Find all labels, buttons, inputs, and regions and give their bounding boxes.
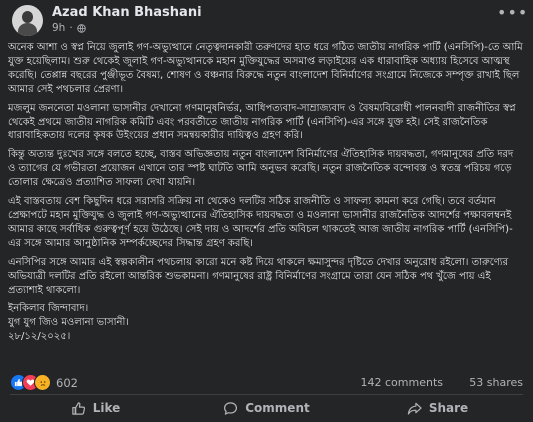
post-paragraph: কিন্তু অত্যন্ত দুঃখের সঙ্গে বলতে হচ্ছে, …	[8, 149, 514, 189]
post-paragraph: মজলুম জননেতা মওলানা ভাসানীর দেখানো গণমান…	[8, 102, 516, 142]
author-name[interactable]: Azad Khan Bhashani	[52, 5, 202, 20]
signature-tagline: যুগ যুগ জিও মওলানা ভাসানী।	[8, 317, 129, 329]
more-options-icon[interactable]: •••	[497, 5, 527, 26]
share-button[interactable]: Share	[352, 396, 523, 420]
reactions-summary[interactable]: 602	[10, 374, 78, 391]
shares-count[interactable]: 53 shares	[469, 376, 523, 389]
reaction-count: 602	[56, 375, 78, 390]
signature-slogan: ইনকিলাব জিন্দাবাদ।	[8, 303, 89, 315]
signature-date: ২৮/১২/২০২৫।	[8, 331, 71, 343]
comment-button[interactable]: Comment	[181, 396, 352, 420]
avatar[interactable]	[12, 5, 43, 36]
thumbs-up-icon	[71, 401, 85, 415]
post-header: Azad Khan Bhashani 9h · •••	[0, 0, 533, 40]
post-paragraph: এনসিপির সঙ্গে আমার এই স্বল্পকালীন পথচলায…	[8, 256, 509, 296]
post-paragraph: এই বাস্তবতায় বেশ কিছুদিন ধরে সরাসরি সক্…	[8, 196, 513, 249]
comment-label: Comment	[245, 401, 310, 415]
post-meta: 9h ·	[52, 22, 86, 34]
avatar-face	[22, 11, 33, 23]
like-button[interactable]: Like	[10, 396, 181, 420]
divider	[10, 394, 523, 395]
meta-separator: ·	[69, 22, 73, 34]
post-time[interactable]: 9h	[52, 22, 65, 34]
share-icon	[407, 402, 422, 415]
avatar-body	[18, 23, 37, 36]
comment-icon	[224, 401, 238, 415]
comments-count[interactable]: 142 comments	[361, 376, 443, 389]
post-body: অনেক আশা ও স্বপ্ন নিয়ে জুলাই গণ-অভ্যুত্…	[8, 41, 523, 368]
like-label: Like	[92, 401, 121, 415]
facebook-post: Azad Khan Bhashani 9h · ••• অনেক আশা ও স…	[0, 0, 533, 422]
post-stats: 602 142 comments 53 shares	[10, 374, 523, 392]
post-actions: Like Comment Share	[10, 396, 523, 420]
post-paragraph: অনেক আশা ও স্বপ্ন নিয়ে জুলাই গণ-অভ্যুত্…	[8, 42, 523, 95]
sad-icon	[34, 374, 51, 391]
share-label: Share	[428, 401, 469, 415]
globe-icon[interactable]	[76, 23, 86, 33]
